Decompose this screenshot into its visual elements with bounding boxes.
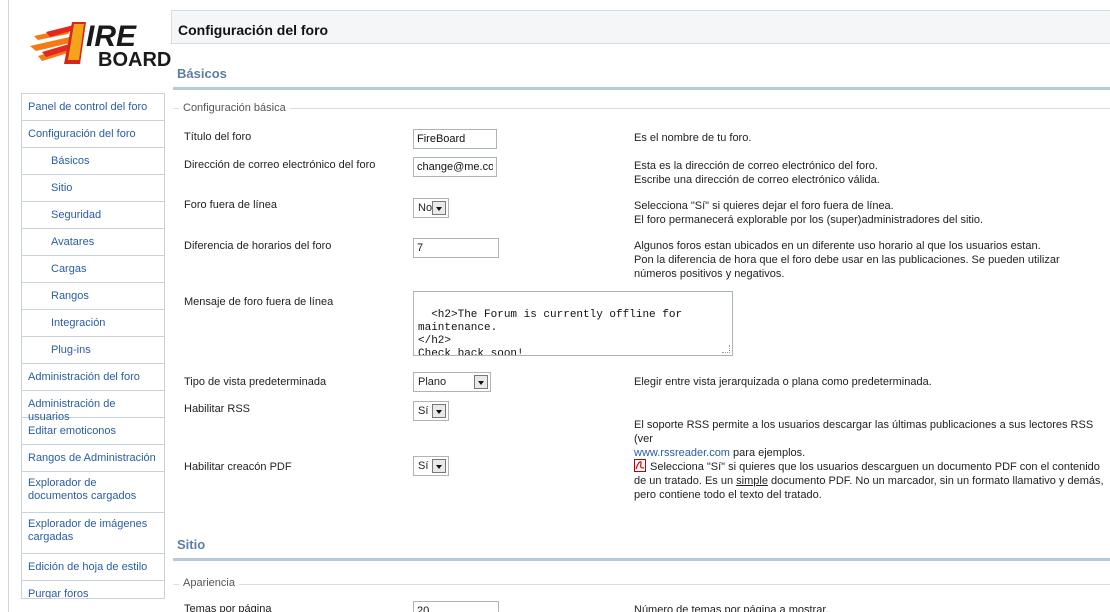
fieldset-legend-appearance: Apariencia <box>179 577 239 589</box>
offline-select[interactable]: No <box>413 198 449 218</box>
chevron-down-icon[interactable] <box>432 459 446 473</box>
sidebar-item-uploads[interactable]: Cargas <box>22 256 164 283</box>
default-view-select-value: Plano <box>418 376 447 388</box>
left-border-line <box>8 0 9 612</box>
sidebar-item-user-admin[interactable]: Administración de usuarios <box>22 391 164 423</box>
chevron-down-icon[interactable] <box>474 375 488 389</box>
desc-time-offset-line2: Pon la diferencia de hora que el foro de… <box>634 254 1060 280</box>
sidebar-menu: Panel de control del foro Configuración … <box>21 93 165 599</box>
desc-forum-email: Esta es la dirección de correo electróni… <box>634 159 1104 187</box>
sidebar-item-avatars[interactable]: Avatares <box>22 229 164 256</box>
sidebar-item-site[interactable]: Sitio <box>22 175 164 202</box>
fieldset-legend-basic: Configuración básica <box>179 102 290 114</box>
sidebar-item-security[interactable]: Seguridad <box>22 202 164 229</box>
fieldset-border <box>173 584 1110 585</box>
sidebar-item-ranks[interactable]: Rangos <box>22 283 164 310</box>
label-offline-message: Mensaje de foro fuera de línea <box>184 296 334 308</box>
offline-select-value: No <box>418 202 433 214</box>
rss-select-value: Sí <box>418 405 429 417</box>
label-forum-email: Dirección de correo electrónico del foro <box>184 159 376 171</box>
offline-message-text: <h2>The Forum is currently offline for m… <box>418 309 683 356</box>
desc-pdf: Selecciona "Sí" si quieres que los usuar… <box>634 459 1109 502</box>
desc-rss-line1: El soporte RSS permite a los usuarios de… <box>634 419 1094 445</box>
offline-message-textarea[interactable]: <h2>The Forum is currently offline for m… <box>413 291 733 356</box>
sidebar-item-integration[interactable]: Integración <box>22 310 164 337</box>
label-offline: Foro fuera de línea <box>184 199 277 211</box>
rss-reader-link[interactable]: www.rssreader.com <box>634 447 730 459</box>
pdf-icon <box>634 459 646 472</box>
page-title: Configuración del foro <box>178 22 329 38</box>
desc-time-offset-line1: Algunos foros estan ubicados en un difer… <box>634 240 1041 252</box>
label-rss: Habilitar RSS <box>184 403 251 415</box>
resize-handle-icon[interactable] <box>722 345 730 353</box>
sidebar-item-admin-ranks[interactable]: Rangos de Administración <box>22 445 164 472</box>
sidebar-item-purge-forums[interactable]: Purgar foros <box>22 581 164 599</box>
fieldset-border <box>173 108 1110 109</box>
desc-topics-per-page: Número de temas por página a mostrar. <box>634 604 829 612</box>
topics-per-page-input[interactable] <box>413 601 499 612</box>
sidebar-item-file-browser[interactable]: Explorador de documentos cargados <box>22 472 164 513</box>
desc-time-offset: Algunos foros estan ubicados en un difer… <box>634 239 1104 281</box>
rss-select[interactable]: Sí <box>413 401 449 421</box>
page-header: Configuración del foro <box>171 10 1110 44</box>
label-default-view: Tipo de vista predeterminada <box>184 376 327 388</box>
chevron-down-icon[interactable] <box>432 404 446 418</box>
pdf-select-value: Sí <box>418 460 429 472</box>
desc-default-view: Elegir entre vista jerarquizada o plana … <box>634 376 932 388</box>
sidebar-item-control-panel[interactable]: Panel de control del foro <box>22 94 164 121</box>
forum-email-input[interactable] <box>413 157 497 177</box>
section-title-basics: Básicos <box>177 66 227 81</box>
label-time-offset: Diferencia de horarios del foro <box>184 240 332 252</box>
desc-pdf-2a: Es un <box>704 475 734 487</box>
chevron-down-icon[interactable] <box>432 201 446 215</box>
desc-offline-line1: Selecciona "Sí" si quieres dejar el foro… <box>634 200 894 212</box>
label-topics-per-page: Temas por página <box>184 603 272 612</box>
forum-title-input[interactable] <box>413 129 497 149</box>
desc-forum-email-line1: Esta es la dirección de correo electróni… <box>634 160 878 172</box>
desc-rss-line2: para ejemplos. <box>733 447 806 459</box>
desc-forum-email-line2: Escribe una dirección de correo electrón… <box>634 174 880 186</box>
fireboard-logo: IRE BOARD <box>28 6 178 78</box>
desc-rss: El soporte RSS permite a los usuarios de… <box>634 418 1104 460</box>
pdf-select[interactable]: Sí <box>413 456 449 476</box>
desc-offline-line2: El foro permanecerá explorable por los (… <box>634 214 984 226</box>
sidebar-item-plugins[interactable]: Plug-ins <box>22 337 164 364</box>
sidebar-item-forum-admin[interactable]: Administración del foro <box>22 364 164 391</box>
label-pdf: Habilitar creacón PDF <box>184 461 292 473</box>
svg-text:BOARD: BOARD <box>98 49 171 71</box>
section-title-site: Sitio <box>177 537 206 552</box>
desc-pdf-2b: simple <box>736 475 768 487</box>
sidebar-item-css-edit[interactable]: Edición de hoja de estilo <box>22 554 164 581</box>
sidebar-item-image-browser[interactable]: Explorador de imágenes cargadas <box>22 513 164 554</box>
section-divider <box>173 558 1110 561</box>
sidebar-item-basics[interactable]: Básicos <box>22 148 164 175</box>
desc-forum-title: Es el nombre de tu foro. <box>634 132 752 144</box>
desc-offline: Selecciona "Sí" si quieres dejar el foro… <box>634 199 1104 227</box>
section-divider <box>173 87 1110 90</box>
label-forum-title: Título del foro <box>184 131 252 143</box>
time-offset-input[interactable] <box>413 238 499 258</box>
sidebar-item-forum-config[interactable]: Configuración del foro <box>22 121 164 148</box>
default-view-select[interactable]: Plano <box>413 372 491 392</box>
